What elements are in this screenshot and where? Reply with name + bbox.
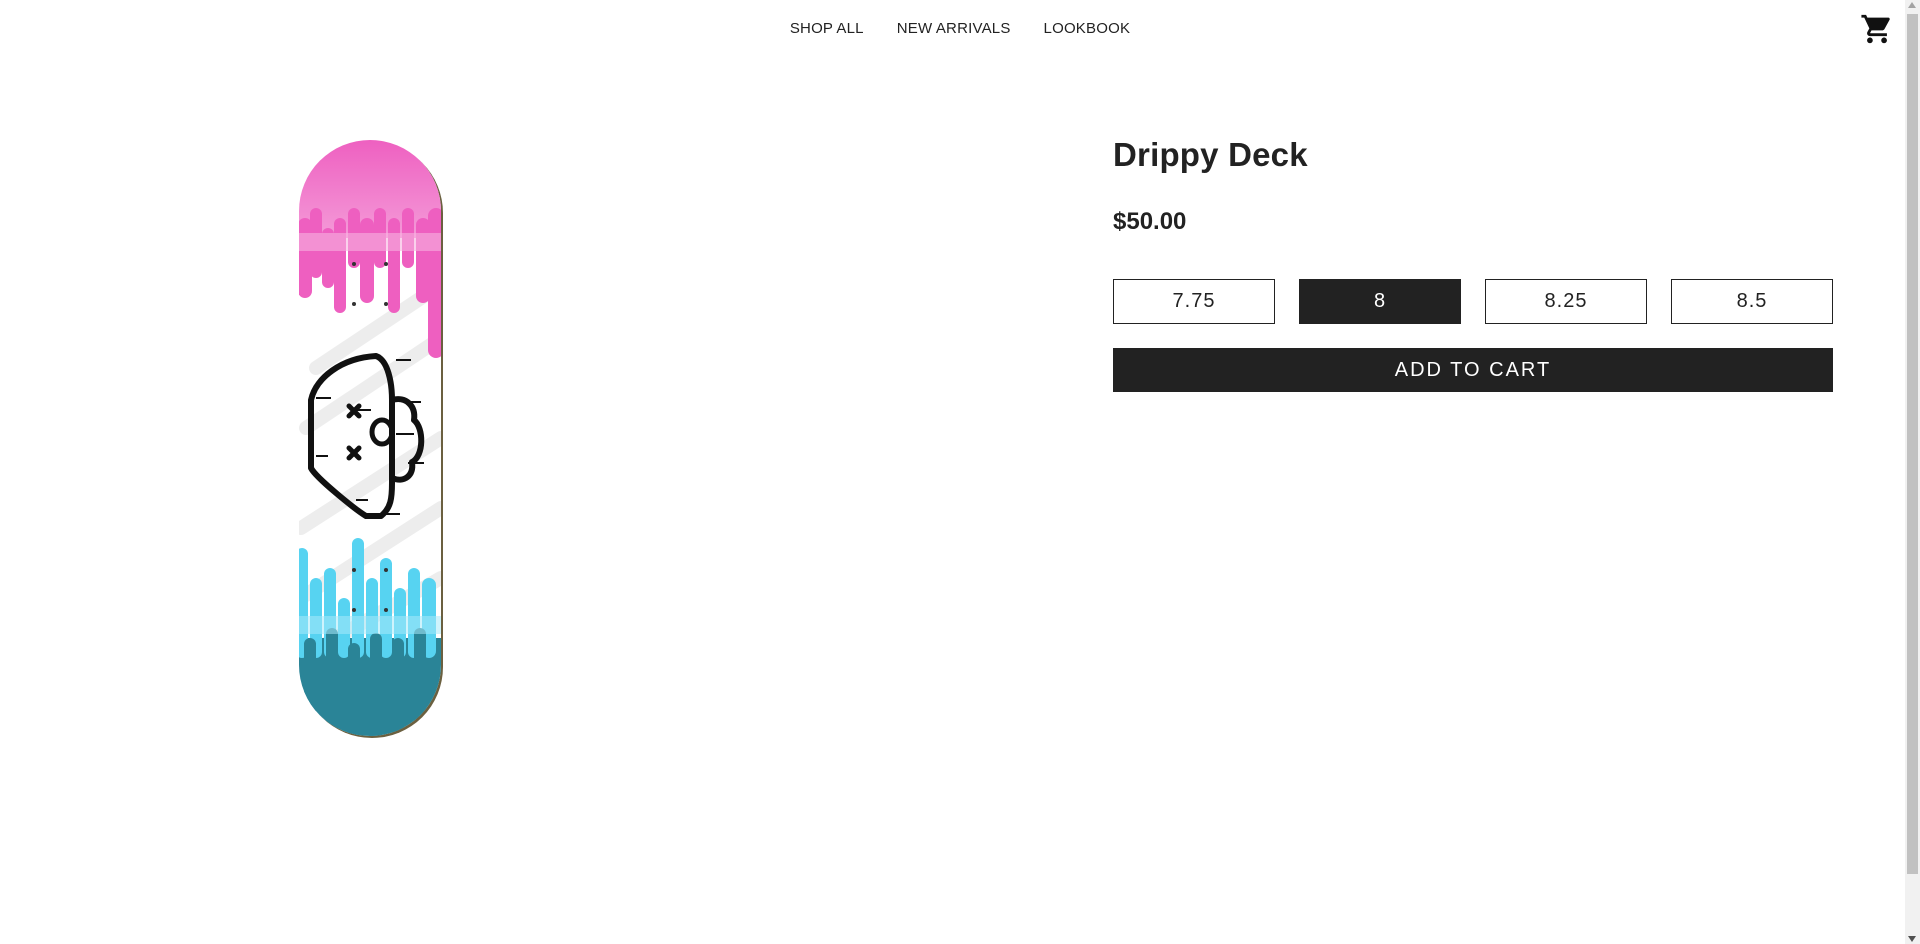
product-title: Drippy Deck xyxy=(1113,136,1308,173)
scrollbar-thumb[interactable] xyxy=(1907,14,1918,874)
scroll-down-arrow-icon[interactable] xyxy=(1908,936,1916,942)
nav-link-shop-all[interactable]: SHOP ALL xyxy=(790,20,864,37)
size-option-8-25[interactable]: 8.25 xyxy=(1485,279,1647,324)
shopping-cart-icon[interactable] xyxy=(1860,12,1894,46)
size-option-8-5[interactable]: 8.5 xyxy=(1671,279,1833,324)
product-page: SHOP ALL NEW ARRIVALS LOOKBOOK Drippy De… xyxy=(0,0,1905,944)
add-to-cart-button[interactable]: ADD TO CART xyxy=(1113,348,1833,392)
size-options: 7.75 8 8.25 8.5 xyxy=(1113,279,1833,324)
vertical-scrollbar[interactable] xyxy=(1905,0,1920,944)
nav-link-new-arrivals[interactable]: NEW ARRIVALS xyxy=(897,20,1011,37)
top-nav: SHOP ALL NEW ARRIVALS LOOKBOOK xyxy=(0,0,1905,60)
product-info: Drippy Deck $50.00 7.75 8 8.25 8.5 ADD T… xyxy=(1113,136,1833,392)
nav-links: SHOP ALL NEW ARRIVALS LOOKBOOK xyxy=(0,20,1920,37)
nav-link-lookbook[interactable]: LOOKBOOK xyxy=(1044,20,1131,37)
size-option-7-75[interactable]: 7.75 xyxy=(1113,279,1275,324)
skateboard-deck-image xyxy=(296,138,446,738)
size-option-8[interactable]: 8 xyxy=(1299,279,1461,324)
product-price: $50.00 xyxy=(1113,208,1187,235)
scroll-up-arrow-icon[interactable] xyxy=(1908,2,1916,8)
